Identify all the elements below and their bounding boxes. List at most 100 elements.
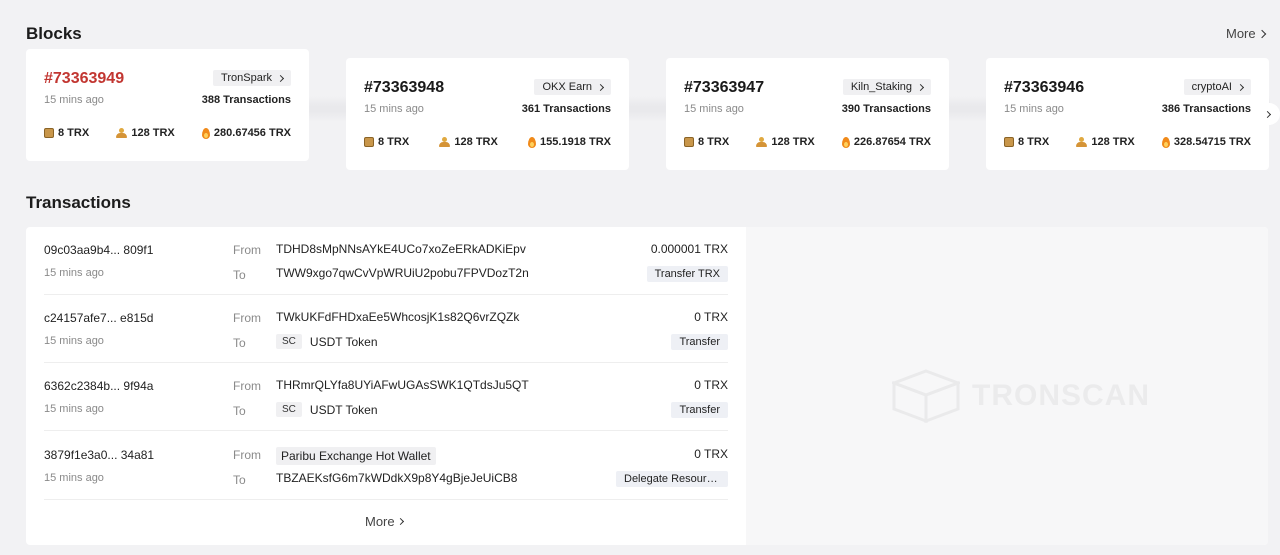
tx-time: 15 mins ago	[44, 267, 104, 279]
block-number-link[interactable]: #73363949	[44, 70, 124, 88]
block-producer-link[interactable]: TronSpark	[213, 70, 291, 86]
chevron-right-icon	[1236, 83, 1245, 91]
transaction-chart-area: TRONSCAN	[746, 227, 1268, 545]
burn-amount: 155.1918 TRX	[540, 136, 611, 148]
burn-fire-icon	[1161, 136, 1170, 148]
chevron-right-icon	[276, 74, 285, 82]
to-label: To	[233, 404, 246, 418]
block-card[interactable]: #73363947 Kiln_Staking 15 mins ago 390 T…	[666, 58, 949, 170]
blocks-title: Blocks	[26, 24, 82, 43]
tx-time: 15 mins ago	[44, 403, 104, 415]
to-address-link[interactable]: TBZAEKsfG6m7kWDdkX9p8Y4gBjeJeUiCB8	[276, 471, 517, 485]
to-address-link[interactable]: TWW9xgo7qwCvVpWRUiU2pobu7FPVDozT2n	[276, 266, 529, 280]
from-address: TDHD8sMpNNsAYkE4UCo7xoZeERkADKiEpv	[276, 242, 526, 256]
block-time: 15 mins ago	[44, 94, 104, 106]
block-stats: 8 TRX 128 TRX 155.1918 TRX	[364, 136, 611, 148]
voter-reward-icon	[439, 137, 451, 147]
blocks-more-link[interactable]: More	[1226, 26, 1266, 41]
transactions-more-link[interactable]: More	[365, 514, 404, 529]
burn-fire-icon	[528, 136, 537, 148]
chevron-right-icon	[1263, 110, 1272, 118]
block-reward: 8 TRX	[378, 136, 410, 148]
block-tx-count: 386 Transactions	[1161, 103, 1251, 115]
tx-hash-link[interactable]: 09c03aa9b4... 809f1	[44, 243, 153, 257]
block-tx-count: 388 Transactions	[201, 94, 291, 106]
producer-name: cryptoAI	[1191, 81, 1232, 93]
tx-amount: 0 TRX	[694, 378, 728, 392]
blocks-scroll-right-button[interactable]	[1258, 103, 1280, 125]
from-address-name: Paribu Exchange Hot Wallet	[276, 447, 436, 465]
to-address: TWW9xgo7qwCvVpWRUiU2pobu7FPVDozT2n	[276, 266, 529, 280]
from-address-link[interactable]: Paribu Exchange Hot Wallet	[276, 447, 436, 465]
chevron-right-icon	[916, 83, 925, 91]
block-producer-link[interactable]: OKX Earn	[534, 79, 611, 95]
producer-name: Kiln_Staking	[850, 81, 912, 93]
block-stats: 8 TRX 128 TRX 280.67456 TRX	[44, 127, 291, 139]
from-address-link[interactable]: TWkUKFdFHDxaEe5WhcosjK1s82Q6vrZQZk	[276, 310, 519, 324]
transactions-title: Transactions	[26, 193, 131, 212]
blocks-more-label: More	[1226, 26, 1256, 41]
burn-amount: 328.54715 TRX	[1173, 136, 1251, 148]
block-number-link[interactable]: #73363946	[1004, 79, 1084, 97]
block-producer-link[interactable]: Kiln_Staking	[842, 79, 931, 95]
voter-reward: 128 TRX	[771, 136, 815, 148]
producer-name: TronSpark	[221, 72, 272, 84]
block-number-link[interactable]: #73363948	[364, 79, 444, 97]
block-reward-icon	[364, 137, 374, 147]
tx-hash-link[interactable]: 6362c2384b... 9f94a	[44, 379, 153, 393]
chevron-right-icon	[1257, 29, 1266, 38]
chevron-right-icon	[396, 517, 404, 526]
tx-hash-link[interactable]: c24157afe7... e815d	[44, 311, 153, 325]
to-label: To	[233, 336, 246, 350]
block-reward-icon	[1004, 137, 1014, 147]
to-contract-name: USDT Token	[309, 402, 378, 417]
block-number-link[interactable]: #73363947	[684, 79, 764, 97]
voter-reward: 128 TRX	[131, 127, 175, 139]
block-time: 15 mins ago	[684, 103, 744, 115]
from-address: TWkUKFdFHDxaEe5WhcosjK1s82Q6vrZQZk	[276, 310, 520, 324]
tronscan-watermark: TRONSCAN	[892, 369, 1150, 423]
from-label: From	[233, 311, 261, 325]
from-label: From	[233, 448, 261, 462]
transaction-row: c24157afe7... e815d 15 mins ago From To …	[44, 295, 728, 363]
transaction-row: 3879f1e3a0... 34a81 15 mins ago From To …	[44, 432, 728, 500]
to-address: TBZAEKsfG6m7kWDdkX9p8Y4gBjeJeUiCB8	[276, 471, 518, 485]
watermark-text: TRONSCAN	[972, 379, 1150, 412]
to-contract-link[interactable]: SC USDT Token	[276, 334, 378, 349]
to-contract-link[interactable]: SC USDT Token	[276, 402, 378, 417]
block-card[interactable]: #73363949 TronSpark 15 mins ago 388 Tran…	[26, 49, 309, 161]
tx-type-badge: Transfer	[671, 334, 728, 350]
voter-reward: 128 TRX	[454, 136, 498, 148]
from-address-link[interactable]: THRmrQLYfa8UYiAFwUGAsSWK1QTdsJu5QT	[276, 378, 529, 392]
voter-reward-icon	[756, 137, 768, 147]
block-stats: 8 TRX 128 TRX 226.87654 TRX	[684, 136, 931, 148]
producer-name: OKX Earn	[542, 81, 592, 93]
burn-fire-icon	[201, 127, 210, 139]
block-card[interactable]: #73363948 OKX Earn 15 mins ago 361 Trans…	[346, 58, 629, 170]
to-contract-name: USDT Token	[309, 334, 378, 349]
to-label: To	[233, 473, 246, 487]
tx-time: 15 mins ago	[44, 472, 104, 484]
tronscan-logo-icon	[892, 369, 960, 423]
block-tx-count: 361 Transactions	[521, 103, 611, 115]
burn-fire-icon	[841, 136, 850, 148]
from-address-link[interactable]: TDHD8sMpNNsAYkE4UCo7xoZeERkADKiEpv	[276, 242, 526, 256]
block-producer-link[interactable]: cryptoAI	[1183, 79, 1251, 95]
tx-amount: 0.000001 TRX	[650, 242, 728, 256]
from-label: From	[233, 379, 261, 393]
block-reward: 8 TRX	[698, 136, 730, 148]
burn-amount: 280.67456 TRX	[213, 127, 291, 139]
transaction-row: 09c03aa9b4... 809f1 15 mins ago From To …	[44, 227, 728, 295]
block-card[interactable]: #73363946 cryptoAI 15 mins ago 386 Trans…	[986, 58, 1269, 170]
transaction-row: 6362c2384b... 9f94a 15 mins ago From To …	[44, 363, 728, 431]
block-reward: 8 TRX	[1018, 136, 1050, 148]
tx-amount: 0 TRX	[694, 310, 728, 324]
block-time: 15 mins ago	[1004, 103, 1064, 115]
tx-type-badge: Transfer TRX	[646, 266, 728, 282]
chevron-right-icon	[596, 83, 605, 91]
voter-reward: 128 TRX	[1091, 136, 1135, 148]
block-reward-icon	[44, 128, 54, 138]
smart-contract-tag: SC	[276, 334, 302, 349]
tx-time: 15 mins ago	[44, 335, 104, 347]
tx-hash-link[interactable]: 3879f1e3a0... 34a81	[44, 448, 154, 462]
